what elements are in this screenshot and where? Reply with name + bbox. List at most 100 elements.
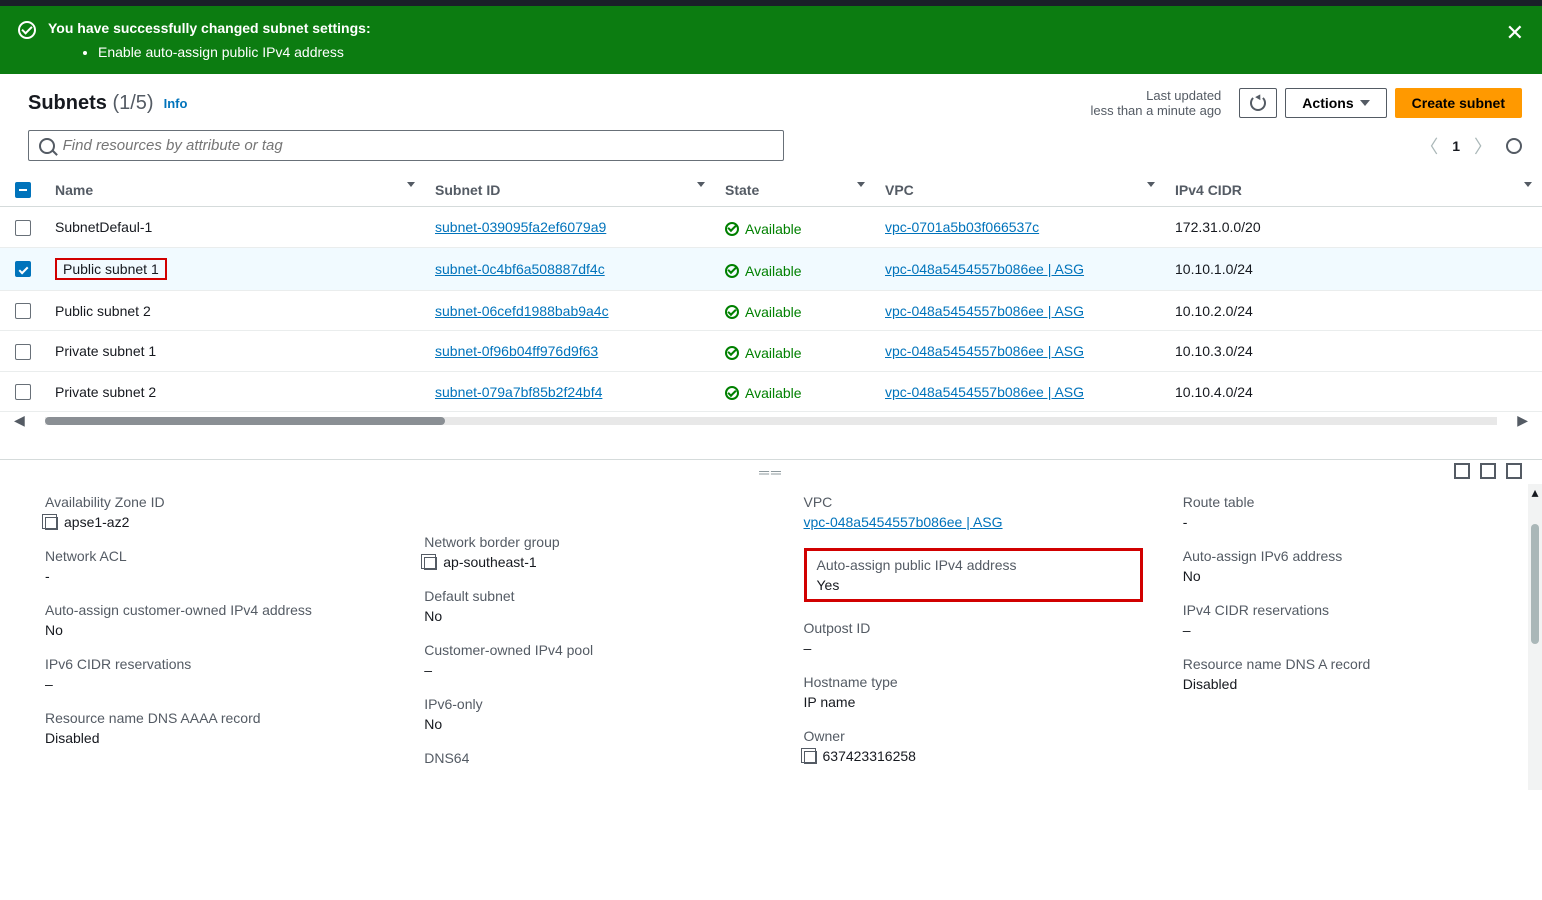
label-az-id: Availability Zone ID (45, 494, 384, 510)
search-input-wrapper[interactable] (28, 130, 784, 161)
actions-button[interactable]: Actions (1285, 88, 1386, 118)
search-input[interactable] (63, 137, 773, 154)
table-row[interactable]: SubnetDefaul-1 subnet-039095fa2ef6079a9 Av… (0, 207, 1542, 248)
label-auto-assign-ipv4: Auto-assign public IPv4 address (817, 557, 1130, 573)
horizontal-scrollbar[interactable] (45, 417, 1497, 425)
chevron-down-icon (1360, 100, 1370, 106)
col-name[interactable]: Name (55, 182, 93, 198)
table-row[interactable]: Public subnet 1subnet-0c4bf6a508887df4cA… (0, 247, 1542, 290)
value-vpc[interactable]: vpc-048a5454557b086ee | ASG (804, 514, 1003, 530)
label-outpost: Outpost ID (804, 620, 1143, 636)
row-checkbox[interactable] (15, 344, 31, 360)
cell-subnet-id[interactable]: subnet-079a7bf85b2f24bf4 (435, 384, 602, 400)
col-cidr[interactable]: IPv4 CIDR (1175, 182, 1242, 198)
highlighted-auto-assign-ipv4: Auto-assign public IPv4 address Yes (804, 548, 1143, 602)
info-link[interactable]: Info (164, 96, 188, 111)
value-auto-assign-ipv6: No (1183, 568, 1522, 584)
value-outpost: – (804, 640, 1143, 656)
table-row[interactable]: Private subnet 2 subnet-079a7bf85b2f24bf4… (0, 371, 1542, 412)
page-number: 1 (1452, 138, 1460, 154)
cell-name: SubnetDefaul-1 (55, 219, 152, 235)
value-auto-assign-ipv4: Yes (817, 577, 1130, 593)
panel-layout-3-icon[interactable] (1506, 463, 1522, 479)
panel-layout-2-icon[interactable] (1480, 463, 1496, 479)
cell-cidr: 10.10.3.0/24 (1175, 343, 1253, 359)
value-copool: – (424, 662, 763, 678)
cell-state: Available (725, 304, 802, 320)
banner-detail: Enable auto-assign public IPv4 address (98, 44, 371, 60)
drag-handle[interactable]: ══ (0, 459, 1542, 484)
label-default: Default subnet (424, 588, 763, 604)
value-v4res: – (1183, 622, 1522, 638)
cell-subnet-id[interactable]: subnet-0f96b04ff976d9f63 (435, 343, 598, 359)
create-subnet-button[interactable]: Create subnet (1395, 88, 1522, 118)
close-icon[interactable]: ✕ (1506, 20, 1524, 46)
details-panel: Availability Zone ID apse1-az2 Network A… (0, 484, 1542, 790)
cell-name: Private subnet 2 (55, 384, 156, 400)
copy-icon[interactable] (45, 517, 58, 530)
page-header: Subnets (1/5) Info Last updated less tha… (0, 74, 1542, 130)
value-v6only: No (424, 716, 763, 732)
cell-subnet-id[interactable]: subnet-0c4bf6a508887df4c (435, 261, 605, 277)
cell-subnet-id[interactable]: subnet-039095fa2ef6079a9 (435, 219, 606, 235)
label-aacoi: Auto-assign customer-owned IPv4 address (45, 602, 384, 618)
value-hostname: IP name (804, 694, 1143, 710)
label-dns64: DNS64 (424, 750, 763, 766)
label-nacl: Network ACL (45, 548, 384, 564)
next-page-button[interactable]: 〉 (1474, 133, 1492, 159)
cell-vpc[interactable]: vpc-048a5454557b086ee | ASG (885, 343, 1084, 359)
row-checkbox[interactable] (15, 220, 31, 236)
settings-icon[interactable] (1506, 138, 1522, 154)
selection-count: (1/5) (112, 92, 153, 114)
cell-subnet-id[interactable]: subnet-06cefd1988bab9a4c (435, 303, 609, 319)
row-checkbox[interactable] (15, 303, 31, 319)
row-checkbox[interactable] (15, 261, 31, 277)
success-banner: You have successfully changed subnet set… (0, 6, 1542, 74)
status-available-icon (725, 222, 739, 236)
status-available-icon (725, 305, 739, 319)
search-icon (39, 138, 55, 154)
label-v6res: IPv6 CIDR reservations (45, 656, 384, 672)
cell-vpc[interactable]: vpc-048a5454557b086ee | ASG (885, 384, 1084, 400)
cell-name: Private subnet 1 (55, 343, 156, 359)
col-state[interactable]: State (725, 182, 759, 198)
copy-icon[interactable] (424, 557, 437, 570)
cell-cidr: 10.10.1.0/24 (1175, 261, 1253, 277)
cell-cidr: 172.31.0.0/20 (1175, 219, 1261, 235)
cell-state: Available (725, 385, 802, 401)
cell-state: Available (725, 263, 802, 279)
value-aacoi: No (45, 622, 384, 638)
table-row[interactable]: Private subnet 1 subnet-0f96b04ff976d9f63… (0, 331, 1542, 372)
label-auto-assign-ipv6: Auto-assign IPv6 address (1183, 548, 1522, 564)
status-available-icon (725, 346, 739, 360)
cell-state: Available (725, 221, 802, 237)
value-aaaa: Disabled (45, 730, 384, 746)
copy-icon[interactable] (804, 751, 817, 764)
cell-vpc[interactable]: vpc-048a5454557b086ee | ASG (885, 303, 1084, 319)
col-subnet-id[interactable]: Subnet ID (435, 182, 500, 198)
label-hostname: Hostname type (804, 674, 1143, 690)
row-checkbox[interactable] (15, 384, 31, 400)
table-row[interactable]: Public subnet 2subnet-06cefd1988bab9a4cA… (0, 290, 1542, 331)
cell-vpc[interactable]: vpc-048a5454557b086ee | ASG (885, 261, 1084, 277)
label-owner: Owner (804, 728, 1143, 744)
cell-cidr: 10.10.4.0/24 (1175, 384, 1253, 400)
prev-page-button[interactable]: 〈 (1420, 133, 1438, 159)
refresh-button[interactable] (1239, 88, 1277, 118)
banner-title: You have successfully changed subnet set… (48, 20, 371, 36)
cell-state: Available (725, 345, 802, 361)
cell-vpc[interactable]: vpc-0701a5b03f066537c (885, 219, 1039, 235)
label-arec: Resource name DNS A record (1183, 656, 1522, 672)
vertical-scrollbar[interactable]: ▴ (1528, 484, 1542, 790)
value-owner: 637423316258 (823, 748, 916, 764)
value-arec: Disabled (1183, 676, 1522, 692)
col-vpc[interactable]: VPC (885, 182, 914, 198)
label-aaaa: Resource name DNS AAAA record (45, 710, 384, 726)
cell-cidr: 10.10.2.0/24 (1175, 303, 1253, 319)
label-copool: Customer-owned IPv4 pool (424, 642, 763, 658)
refresh-icon (1250, 95, 1266, 111)
select-all-checkbox[interactable] (15, 182, 31, 198)
label-vpc: VPC (804, 494, 1143, 510)
page-title: Subnets (28, 92, 107, 114)
panel-layout-1-icon[interactable] (1454, 463, 1470, 479)
